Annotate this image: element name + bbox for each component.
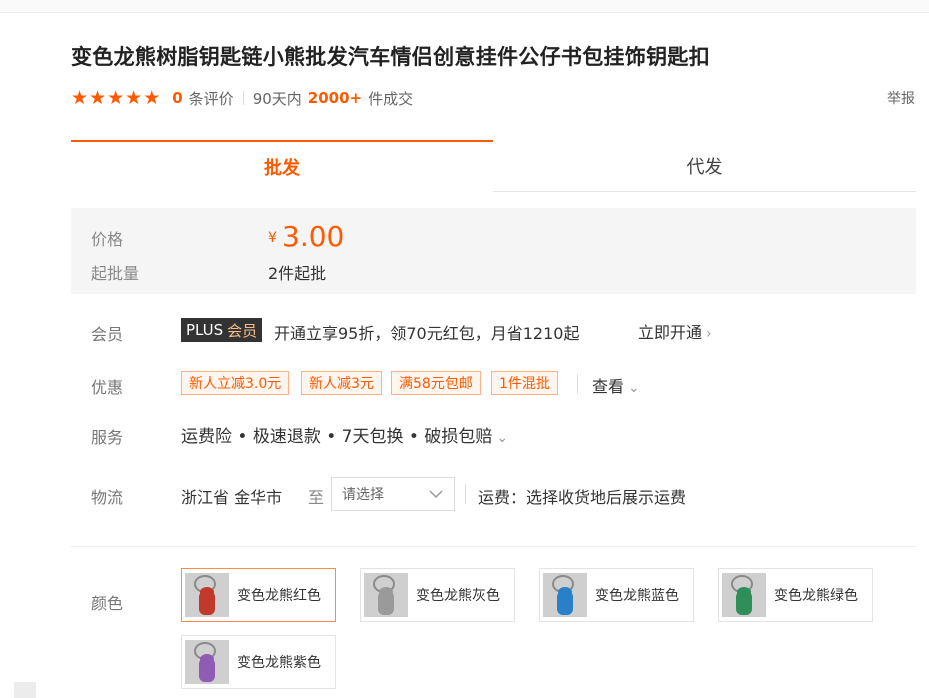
member-offer-text: 开通立享95折，领70元红包，月省1210起: [274, 324, 580, 343]
logistics-label: 物流: [91, 488, 124, 507]
product-thumbnail: [185, 640, 229, 684]
star-icon: ★: [107, 86, 125, 109]
service-text: 运费险 • 极速退款 • 7天包换 • 破损包赔: [181, 427, 493, 447]
plus-member-badge: PLUS 会员: [181, 318, 263, 342]
ship-to-label: 至: [308, 488, 325, 507]
chevron-right-icon: ›: [706, 326, 712, 342]
color-option-gray[interactable]: 变色龙熊灰色: [360, 568, 515, 622]
promo-view-more[interactable]: 查看 ⌄: [592, 373, 640, 397]
moq-label: 起批量: [91, 264, 140, 283]
divider: [465, 484, 466, 504]
sales-prefix: 90天内: [252, 89, 302, 108]
destination-placeholder: 请选择: [342, 487, 384, 503]
color-option-red[interactable]: 变色龙熊红色: [181, 568, 336, 622]
ship-origin: 浙江省 金华市: [181, 488, 283, 507]
member-label: 会员: [91, 325, 124, 344]
product-thumbnail: [185, 573, 229, 617]
star-icon: ★: [125, 86, 143, 109]
color-option-purple[interactable]: 变色龙熊紫色: [181, 635, 336, 689]
service-list[interactable]: 运费险 • 极速退款 • 7天包换 • 破损包赔 ⌄: [181, 422, 508, 447]
section-divider: [71, 546, 916, 547]
color-option-green[interactable]: 变色龙熊绿色: [718, 568, 873, 622]
chevron-down-icon: ⌄: [628, 380, 640, 396]
divider: [577, 374, 578, 394]
price-box: 价格 ¥ 3.00 起批量 2件起批: [71, 208, 916, 294]
currency-symbol: ¥: [268, 230, 277, 246]
promo-label: 优惠: [91, 378, 124, 397]
top-strip: [0, 0, 929, 13]
chevron-down-icon: ⌄: [496, 430, 509, 446]
review-count: 0: [172, 89, 183, 107]
sales-suffix: 件成交: [368, 89, 414, 108]
product-title: 变色龙熊树脂钥匙链小熊批发汽车情侣创意挂件公仔书包挂饰钥匙扣: [71, 45, 710, 69]
moq-value: 2件起批: [268, 264, 327, 283]
star-icon: ★: [143, 86, 161, 109]
scroll-corner: [14, 682, 36, 698]
color-option-blue[interactable]: 变色龙熊蓝色: [539, 568, 694, 622]
color-option-label: 变色龙熊紫色: [237, 655, 321, 671]
price-label: 价格: [91, 230, 124, 249]
price-value: 3.00: [282, 220, 345, 253]
promo-tag[interactable]: 满58元包邮: [391, 371, 481, 395]
star-icon: ★: [71, 86, 89, 109]
divider: [242, 91, 244, 105]
shipping-fee-text: 运费：选择收货地后展示运费: [478, 488, 687, 507]
sales-count: 2000+: [307, 89, 363, 107]
activate-member-link[interactable]: 立即开通 ›: [638, 319, 712, 343]
color-label: 颜色: [91, 594, 124, 613]
promo-more-label: 查看: [592, 377, 625, 396]
destination-select[interactable]: 请选择: [331, 477, 455, 511]
activate-member-label: 立即开通: [638, 323, 703, 342]
rating-stars: ★ ★ ★ ★ ★: [71, 86, 161, 109]
product-thumbnail: [722, 573, 766, 617]
report-link[interactable]: 举报: [887, 88, 915, 108]
color-option-label: 变色龙熊灰色: [416, 588, 500, 604]
purchase-tabs: 批发 代发: [71, 140, 916, 192]
product-thumbnail: [543, 573, 587, 617]
chevron-down-icon: [429, 490, 443, 499]
review-suffix[interactable]: 条评价: [189, 88, 234, 109]
color-option-label: 变色龙熊绿色: [774, 588, 858, 604]
promo-tag[interactable]: 新人立减3.0元: [181, 371, 290, 395]
promo-tag[interactable]: 新人减3元: [301, 371, 382, 395]
rating-row: ★ ★ ★ ★ ★ 0 条评价 90天内 2000+ 件成交: [71, 86, 921, 110]
plus-badge-text: PLUS: [186, 321, 224, 339]
tab-wholesale[interactable]: 批发: [71, 140, 493, 192]
color-option-label: 变色龙熊蓝色: [595, 588, 679, 604]
tab-dropship[interactable]: 代发: [493, 140, 916, 192]
color-option-label: 变色龙熊红色: [237, 588, 321, 604]
promo-tag[interactable]: 1件混批: [491, 371, 558, 395]
plus-badge-member: 会员: [227, 321, 258, 340]
service-label: 服务: [91, 428, 124, 447]
product-thumbnail: [364, 573, 408, 617]
star-icon: ★: [89, 86, 107, 109]
